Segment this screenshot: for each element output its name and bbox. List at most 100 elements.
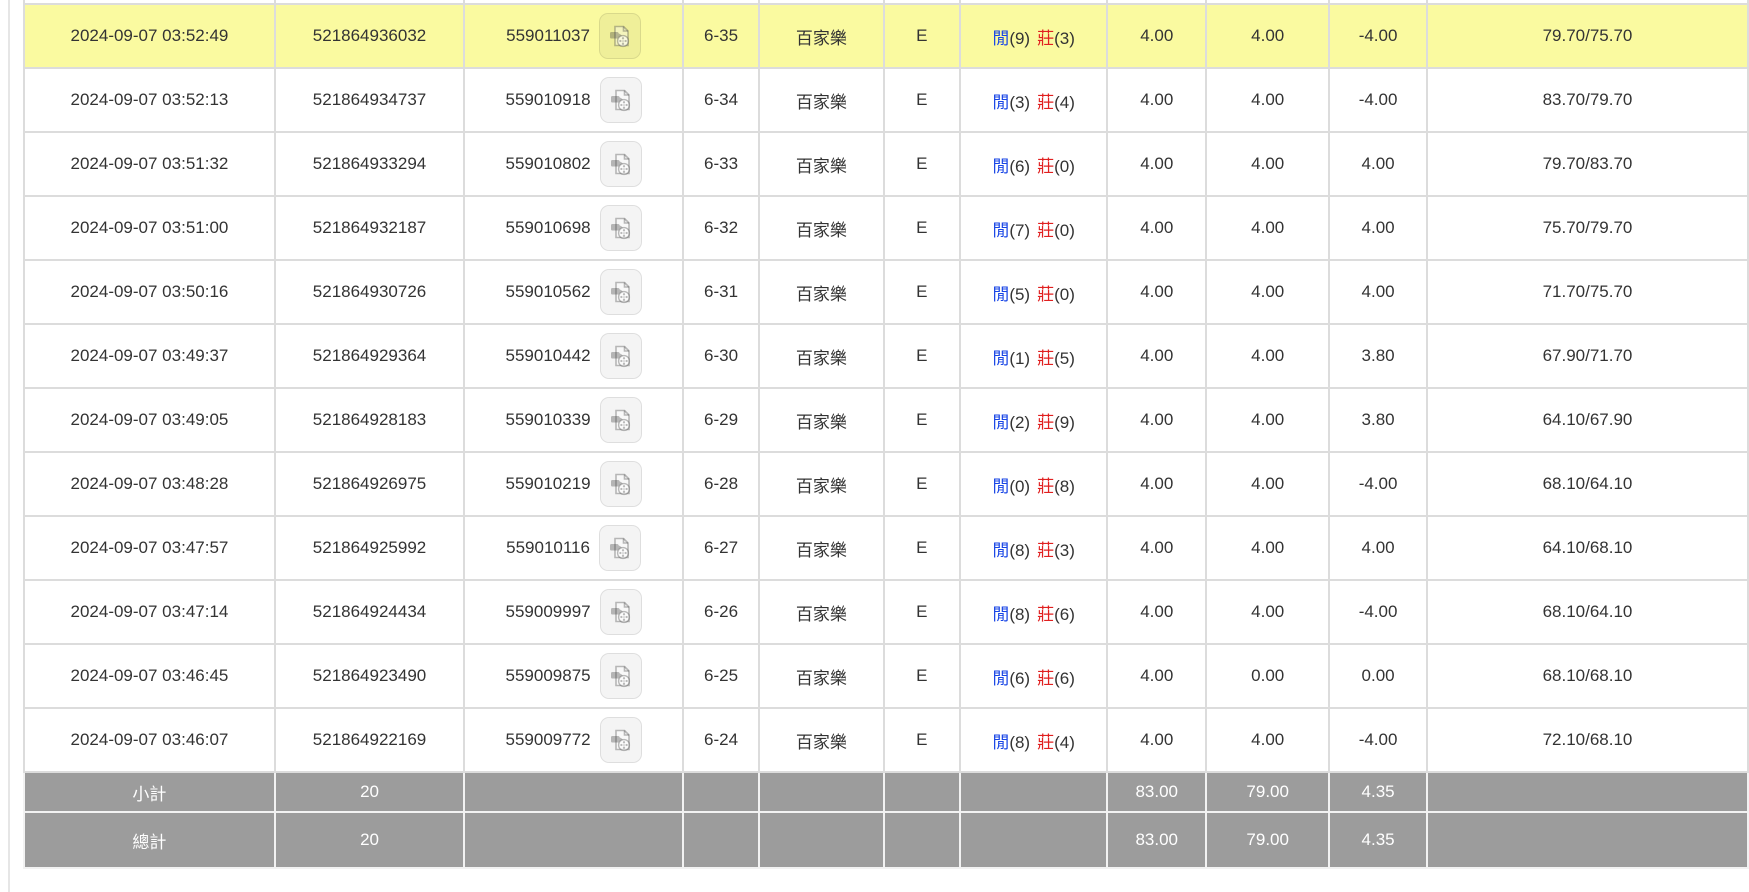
summary-empty-cell — [884, 772, 960, 812]
bet-id: 521864934737 — [275, 68, 464, 132]
player-score: (9) — [1009, 29, 1030, 48]
player-score: (1) — [1009, 349, 1030, 368]
win-loss-amount: -4.00 — [1329, 68, 1427, 132]
banker-score: (0) — [1054, 157, 1075, 176]
bet-row[interactable]: 2024-09-07 03:46:45 521864923490 5590098… — [24, 644, 1748, 708]
bet-time: 2024-09-07 03:48:28 — [24, 452, 275, 516]
player-score: (0) — [1009, 477, 1030, 496]
bet-amount-link[interactable]: 4.00 — [1107, 196, 1206, 260]
video-replay-button[interactable] — [600, 717, 642, 763]
video-replay-button[interactable] — [600, 653, 642, 699]
bet-amount-link[interactable]: 4.00 — [1107, 68, 1206, 132]
banker-label: 莊 — [1037, 477, 1054, 496]
table-code: E — [884, 4, 960, 68]
win-loss-amount: 4.00 — [1329, 516, 1427, 580]
game-type: 百家樂 — [759, 388, 884, 452]
bet-row[interactable]: 2024-09-07 03:49:37 521864929364 5590104… — [24, 324, 1748, 388]
win-loss-amount: 4.00 — [1329, 196, 1427, 260]
bet-row[interactable]: 2024-09-07 03:52:49 521864936032 5590110… — [24, 4, 1748, 68]
game-round-cell: 559010698 — [464, 196, 683, 260]
banker-label: 莊 — [1037, 157, 1054, 176]
bet-row[interactable]: 2024-09-07 03:50:16 521864930726 5590105… — [24, 260, 1748, 324]
bet-row[interactable]: 2024-09-07 03:47:57 521864925992 5590101… — [24, 516, 1748, 580]
valid-amount: 4.00 — [1206, 708, 1329, 772]
bet-amount-link[interactable]: 4.00 — [1107, 644, 1206, 708]
video-replay-button[interactable] — [599, 525, 641, 571]
bet-time: 2024-09-07 03:46:45 — [24, 644, 275, 708]
table-round: 6-26 — [683, 580, 759, 644]
video-replay-button[interactable] — [600, 333, 642, 379]
player-label: 閒 — [992, 605, 1009, 624]
bet-amount-link[interactable]: 4.00 — [1107, 452, 1206, 516]
bet-row[interactable]: 2024-09-07 03:48:28 521864926975 5590102… — [24, 452, 1748, 516]
balance-after: 68.10/64.10 — [1427, 580, 1748, 644]
game-result: 閒(3)莊(4) — [960, 68, 1107, 132]
bet-row[interactable]: 2024-09-07 03:51:32 521864933294 5590108… — [24, 132, 1748, 196]
game-round-id: 559010698 — [506, 218, 591, 238]
summary-empty-cell — [1427, 772, 1748, 812]
video-replay-button[interactable] — [600, 205, 642, 251]
bet-amount-link[interactable]: 4.00 — [1107, 260, 1206, 324]
player-score: (8) — [1009, 733, 1030, 752]
bet-amount-link[interactable]: 4.00 — [1107, 388, 1206, 452]
video-replay-button[interactable] — [600, 269, 642, 315]
win-loss-amount: 4.00 — [1329, 132, 1427, 196]
bet-row[interactable]: 2024-09-07 03:52:13 521864934737 5590109… — [24, 68, 1748, 132]
video-replay-button[interactable] — [600, 589, 642, 635]
video-replay-button[interactable] — [599, 13, 641, 59]
bet-amount-link[interactable]: 4.00 — [1107, 324, 1206, 388]
valid-amount: 4.00 — [1206, 68, 1329, 132]
game-round-cell: 559010918 — [464, 68, 683, 132]
banker-score: (3) — [1054, 29, 1075, 48]
bet-row[interactable]: 2024-09-07 03:49:05 521864928183 5590103… — [24, 388, 1748, 452]
bet-id: 521864932187 — [275, 196, 464, 260]
bet-id: 521864922169 — [275, 708, 464, 772]
player-label: 閒 — [992, 221, 1009, 240]
bet-amount-link[interactable]: 4.00 — [1107, 516, 1206, 580]
video-replay-button[interactable] — [600, 77, 642, 123]
bet-time: 2024-09-07 03:46:07 — [24, 708, 275, 772]
banker-score: (8) — [1054, 477, 1075, 496]
game-result: 閒(1)莊(5) — [960, 324, 1107, 388]
balance-after: 68.10/68.10 — [1427, 644, 1748, 708]
bet-id: 521864928183 — [275, 388, 464, 452]
game-type: 百家樂 — [759, 516, 884, 580]
video-replay-icon — [608, 87, 634, 113]
bet-amount-link[interactable]: 4.00 — [1107, 4, 1206, 68]
video-replay-icon — [608, 663, 634, 689]
game-result: 閒(8)莊(3) — [960, 516, 1107, 580]
bet-amount-link[interactable]: 4.00 — [1107, 132, 1206, 196]
video-replay-icon — [607, 535, 633, 561]
summary-row: 小計 20 83.00 79.00 4.35 — [24, 772, 1748, 812]
video-replay-button[interactable] — [600, 141, 642, 187]
video-replay-button[interactable] — [600, 397, 642, 443]
video-replay-icon — [608, 407, 634, 433]
summary-bet-total: 83.00 — [1107, 772, 1206, 812]
win-loss-amount: -4.00 — [1329, 708, 1427, 772]
bet-row[interactable]: 2024-09-07 03:51:00 521864932187 5590106… — [24, 196, 1748, 260]
balance-after: 64.10/67.90 — [1427, 388, 1748, 452]
banker-label: 莊 — [1037, 733, 1054, 752]
game-round-id: 559010116 — [506, 538, 590, 558]
bet-id: 521864924434 — [275, 580, 464, 644]
game-round-id: 559011037 — [506, 26, 590, 46]
player-label: 閒 — [992, 669, 1009, 688]
bet-amount-link[interactable]: 4.00 — [1107, 580, 1206, 644]
bet-id: 521864930726 — [275, 260, 464, 324]
table-code: E — [884, 68, 960, 132]
banker-score: (0) — [1054, 221, 1075, 240]
bet-amount-link[interactable]: 4.00 — [1107, 708, 1206, 772]
banker-score: (6) — [1054, 669, 1075, 688]
video-replay-icon — [608, 215, 634, 241]
bet-row[interactable]: 2024-09-07 03:47:14 521864924434 5590099… — [24, 580, 1748, 644]
summary-empty-cell — [683, 812, 759, 868]
game-round-id: 559010562 — [506, 282, 591, 302]
game-round-cell: 559010562 — [464, 260, 683, 324]
summary-empty-cell — [464, 772, 683, 812]
video-replay-button[interactable] — [600, 461, 642, 507]
bet-id: 521864929364 — [275, 324, 464, 388]
table-code: E — [884, 132, 960, 196]
valid-amount: 4.00 — [1206, 452, 1329, 516]
bet-row[interactable]: 2024-09-07 03:46:07 521864922169 5590097… — [24, 708, 1748, 772]
bet-id: 521864936032 — [275, 4, 464, 68]
